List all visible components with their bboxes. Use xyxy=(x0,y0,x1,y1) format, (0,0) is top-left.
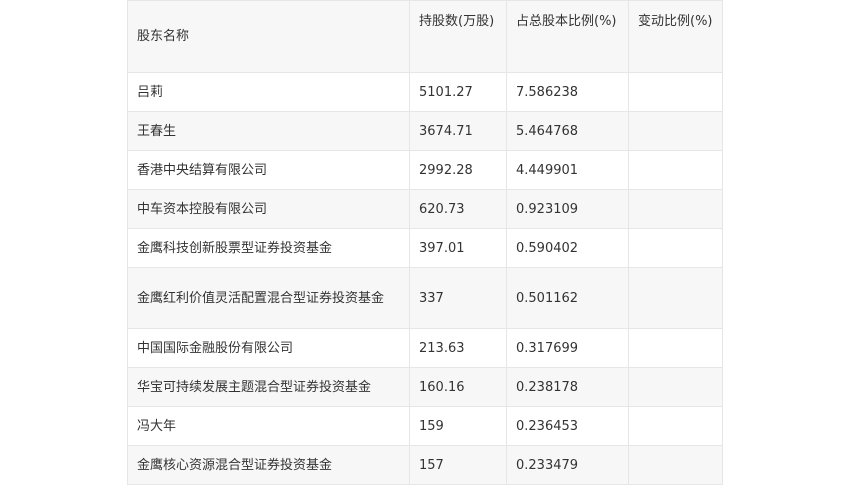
cell-name: 冯大年 xyxy=(127,406,410,446)
cell-shares: 397.01 xyxy=(409,228,507,268)
cell-ratio: 0.233479 xyxy=(506,445,629,485)
table-header: 股东名称 持股数(万股) 占总股本比例(%) 变动比例(%) xyxy=(127,0,723,73)
header-change-ratio: 变动比例(%) xyxy=(628,0,723,73)
table-row: 金鹰核心资源混合型证券投资基金 157 0.233479 xyxy=(127,445,723,485)
cell-shares: 5101.27 xyxy=(409,72,507,112)
cell-name: 华宝可持续发展主题混合型证券投资基金 xyxy=(127,367,410,407)
cell-ratio: 7.586238 xyxy=(506,72,629,112)
table-row: 中车资本控股有限公司 620.73 0.923109 xyxy=(127,189,723,229)
table-row: 金鹰红利价值灵活配置混合型证券投资基金 337 0.501162 xyxy=(127,267,723,329)
cell-name: 中车资本控股有限公司 xyxy=(127,189,410,229)
cell-ratio: 0.590402 xyxy=(506,228,629,268)
cell-change xyxy=(628,150,723,190)
cell-change xyxy=(628,111,723,151)
cell-shares: 159 xyxy=(409,406,507,446)
cell-change xyxy=(628,267,723,329)
cell-ratio: 4.449901 xyxy=(506,150,629,190)
cell-ratio: 5.464768 xyxy=(506,111,629,151)
cell-shares: 337 xyxy=(409,267,507,329)
cell-name: 金鹰科技创新股票型证券投资基金 xyxy=(127,228,410,268)
cell-name: 金鹰核心资源混合型证券投资基金 xyxy=(127,445,410,485)
cell-shares: 160.16 xyxy=(409,367,507,407)
cell-ratio: 0.317699 xyxy=(506,328,629,368)
cell-shares: 213.63 xyxy=(409,328,507,368)
cell-ratio: 0.501162 xyxy=(506,267,629,329)
cell-change xyxy=(628,367,723,407)
cell-ratio: 0.236453 xyxy=(506,406,629,446)
header-share-ratio: 占总股本比例(%) xyxy=(506,0,629,73)
header-row: 股东名称 持股数(万股) 占总股本比例(%) 变动比例(%) xyxy=(127,0,723,73)
cell-shares: 3674.71 xyxy=(409,111,507,151)
cell-ratio: 0.923109 xyxy=(506,189,629,229)
cell-change xyxy=(628,328,723,368)
header-shares-held: 持股数(万股) xyxy=(409,0,507,73)
cell-shares: 620.73 xyxy=(409,189,507,229)
cell-ratio: 0.238178 xyxy=(506,367,629,407)
cell-name: 吕莉 xyxy=(127,72,410,112)
table-row: 华宝可持续发展主题混合型证券投资基金 160.16 0.238178 xyxy=(127,367,723,407)
cell-change xyxy=(628,406,723,446)
header-shareholder-name: 股东名称 xyxy=(127,0,410,73)
cell-shares: 2992.28 xyxy=(409,150,507,190)
table-row: 吕莉 5101.27 7.586238 xyxy=(127,72,723,112)
table-row: 金鹰科技创新股票型证券投资基金 397.01 0.590402 xyxy=(127,228,723,268)
cell-change xyxy=(628,445,723,485)
cell-name: 金鹰红利价值灵活配置混合型证券投资基金 xyxy=(127,267,410,329)
table-row: 中国国际金融股份有限公司 213.63 0.317699 xyxy=(127,328,723,368)
table-row: 王春生 3674.71 5.464768 xyxy=(127,111,723,151)
table-body: 吕莉 5101.27 7.586238 王春生 3674.71 5.464768… xyxy=(127,72,723,485)
cell-name: 中国国际金融股份有限公司 xyxy=(127,328,410,368)
table-row: 香港中央结算有限公司 2992.28 4.449901 xyxy=(127,150,723,190)
cell-change xyxy=(628,72,723,112)
table-row: 冯大年 159 0.236453 xyxy=(127,406,723,446)
cell-change xyxy=(628,228,723,268)
cell-shares: 157 xyxy=(409,445,507,485)
shareholders-table: 股东名称 持股数(万股) 占总股本比例(%) 变动比例(%) 吕莉 5101.2… xyxy=(127,0,723,485)
cell-name: 王春生 xyxy=(127,111,410,151)
cell-name: 香港中央结算有限公司 xyxy=(127,150,410,190)
cell-change xyxy=(628,189,723,229)
